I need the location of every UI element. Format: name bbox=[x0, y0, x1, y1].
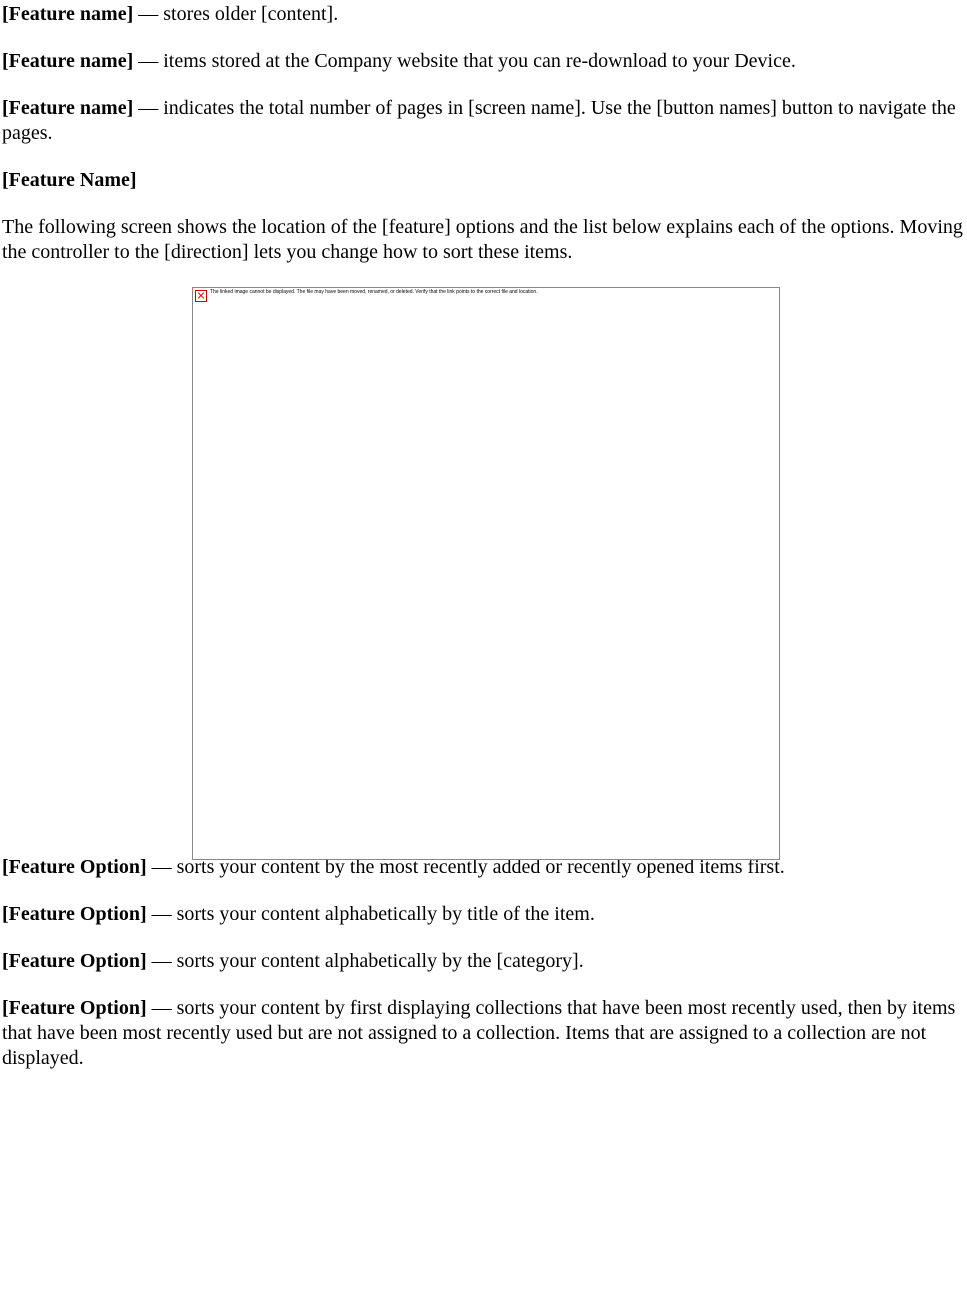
feature-name: [Feature name] bbox=[2, 3, 133, 25]
option-description: — sorts your content alphabetically by t… bbox=[147, 950, 584, 972]
feature-description: — indicates the total number of pages in… bbox=[2, 97, 956, 144]
feature-name: [Feature name] bbox=[2, 50, 133, 72]
section-intro: The following screen shows the location … bbox=[2, 215, 967, 265]
feature-description: — stores older [content]. bbox=[133, 3, 338, 25]
option-item: [Feature Option] — sorts your content al… bbox=[2, 949, 967, 974]
feature-item: [Feature name] — indicates the total num… bbox=[2, 96, 967, 146]
feature-description: — items stored at the Company website th… bbox=[133, 50, 796, 72]
broken-image-icon bbox=[195, 290, 207, 302]
section-heading: [Feature Name] bbox=[2, 168, 967, 193]
option-item: [Feature Option] — sorts your content al… bbox=[2, 902, 967, 927]
option-name: [Feature Option] bbox=[2, 950, 147, 972]
option-name: [Feature Option] bbox=[2, 997, 147, 1019]
option-name: [Feature Option] bbox=[2, 903, 147, 925]
screenshot-placeholder: The linked image cannot be displayed. Th… bbox=[192, 287, 780, 860]
option-description: — sorts your content alphabetically by t… bbox=[147, 903, 595, 925]
broken-image-text: The linked image cannot be displayed. Th… bbox=[210, 289, 538, 295]
option-name: [Feature Option] bbox=[2, 856, 147, 878]
feature-item: [Feature name] — stores older [content]. bbox=[2, 2, 967, 27]
feature-name: [Feature name] bbox=[2, 97, 133, 119]
feature-item: [Feature name] — items stored at the Com… bbox=[2, 49, 967, 74]
option-item: [Feature Option] — sorts your content by… bbox=[2, 996, 967, 1071]
